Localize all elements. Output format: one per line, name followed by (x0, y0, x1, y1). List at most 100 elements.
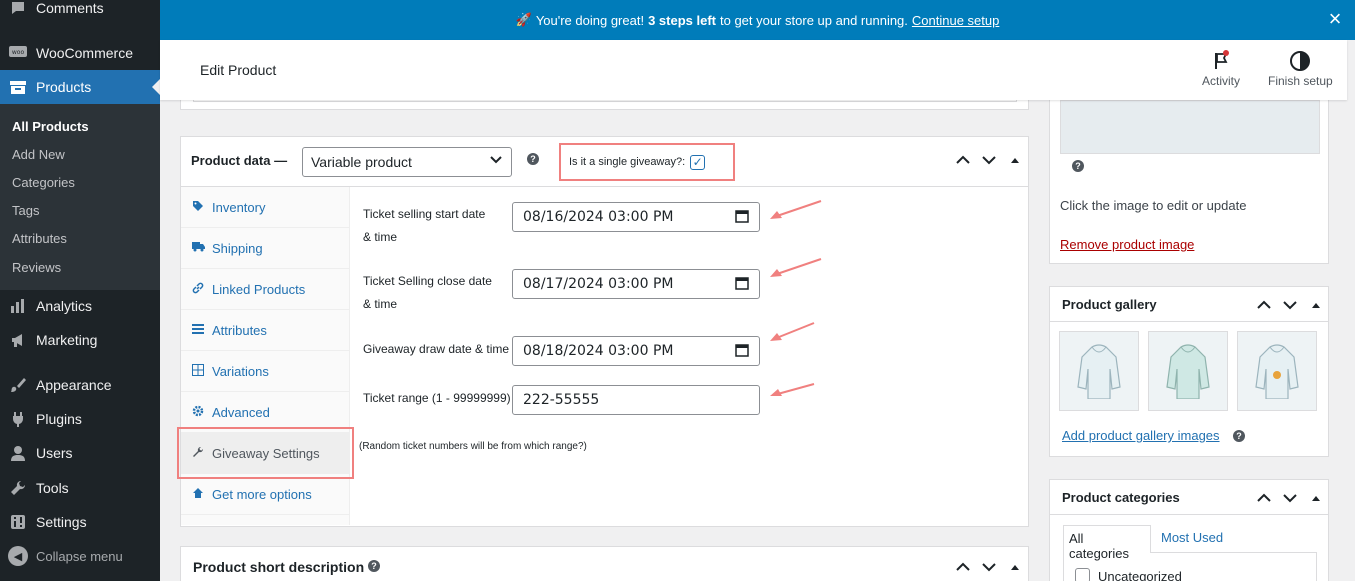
calendar-icon[interactable] (735, 276, 749, 290)
activity-button[interactable]: Activity (1202, 48, 1240, 88)
menu-settings-label: Settings (36, 514, 87, 530)
menu-appearance-label: Appearance (36, 377, 112, 393)
notice-text-post: to get your store up and running. (720, 12, 908, 28)
start-date-value: 08/16/2024 03:00 PM (523, 209, 674, 225)
move-up-icon[interactable] (1256, 299, 1272, 313)
menu-products[interactable]: Products (0, 70, 160, 104)
help-icon[interactable]: ? (1233, 430, 1245, 442)
truck-icon (191, 241, 205, 255)
toggle-panel-icon[interactable] (1308, 299, 1324, 313)
start-date-label-line2: & time (363, 230, 398, 244)
close-date-value: 08/17/2024 03:00 PM (523, 276, 674, 292)
gallery-thumbnail-1[interactable] (1059, 331, 1139, 411)
product-image-preview[interactable] (1060, 100, 1320, 154)
collapse-menu-button[interactable]: ◀ Collapse menu (8, 546, 123, 566)
menu-comments[interactable]: Comments (0, 0, 160, 25)
toggle-panel-icon[interactable] (1308, 492, 1324, 506)
toggle-panel-icon[interactable] (1007, 154, 1023, 168)
move-down-icon[interactable] (981, 154, 997, 168)
tab-attributes-label: Attributes (212, 322, 267, 338)
menu-appearance[interactable]: Appearance (0, 368, 160, 402)
remove-product-image-link[interactable]: Remove product image (1060, 237, 1194, 252)
move-down-icon[interactable] (1282, 492, 1298, 506)
box-controls (1256, 492, 1324, 506)
move-up-icon[interactable] (955, 561, 971, 575)
product-image-box: ? Click the image to edit or update Remo… (1049, 90, 1329, 264)
wrench-icon (8, 478, 28, 498)
setup-notice: 🚀 You're doing great! 3 steps left to ge… (160, 0, 1355, 40)
submenu-reviews[interactable]: Reviews (12, 260, 61, 275)
tab-most-used[interactable]: Most Used (1161, 530, 1223, 545)
help-icon[interactable]: ? (368, 560, 380, 572)
finish-setup-label: Finish setup (1268, 74, 1333, 88)
tab-linked-products[interactable]: Linked Products (181, 269, 350, 310)
menu-users[interactable]: Users (0, 436, 160, 470)
bar-chart-icon (8, 296, 28, 316)
menu-plugins-label: Plugins (36, 411, 82, 427)
menu-settings[interactable]: Settings (0, 505, 160, 539)
tab-attributes[interactable]: Attributes (181, 310, 350, 351)
close-icon[interactable]: × (1325, 8, 1345, 30)
categories-title: Product categories (1062, 490, 1180, 505)
ticket-range-input[interactable]: 222-55555 (512, 385, 760, 415)
gallery-header: Product gallery (1050, 287, 1328, 322)
help-icon[interactable]: ? (527, 153, 539, 165)
settings-icon (8, 512, 28, 532)
box-controls (1256, 299, 1324, 313)
submenu-add-new[interactable]: Add New (12, 147, 65, 162)
move-down-icon[interactable] (981, 561, 997, 575)
calendar-icon[interactable] (735, 343, 749, 357)
draw-date-input[interactable]: 08/18/2024 03:00 PM (512, 336, 760, 366)
start-date-label: Ticket selling start date & time (363, 203, 485, 249)
svg-text:woo: woo (12, 49, 25, 56)
image-hint: Click the image to edit or update (1060, 198, 1247, 213)
finish-setup-button[interactable]: Finish setup (1268, 48, 1333, 88)
close-date-input[interactable]: 08/17/2024 03:00 PM (512, 269, 760, 299)
tab-get-more-options[interactable]: Get more options (181, 474, 350, 515)
plus-circle-icon (191, 487, 205, 502)
menu-users-label: Users (36, 445, 73, 461)
move-up-icon[interactable] (1256, 492, 1272, 506)
menu-tools-label: Tools (36, 480, 69, 496)
move-up-icon[interactable] (955, 154, 971, 168)
menu-plugins[interactable]: Plugins (0, 402, 160, 436)
calendar-icon[interactable] (735, 209, 749, 223)
box-controls (955, 154, 1023, 168)
single-giveaway-checkbox[interactable]: ✓ (690, 154, 706, 170)
tab-shipping[interactable]: Shipping (181, 228, 350, 269)
move-down-icon[interactable] (1282, 299, 1298, 313)
tab-variations[interactable]: Variations (181, 351, 350, 392)
products-submenu: All Products Add New Categories Tags Att… (0, 104, 160, 290)
add-gallery-images-link[interactable]: Add product gallery images (1062, 428, 1220, 443)
gallery-thumbnail-3[interactable] (1237, 331, 1317, 411)
tab-all-categories[interactable]: All categories (1063, 525, 1151, 561)
comment-icon (8, 0, 28, 18)
help-icon[interactable]: ? (1072, 160, 1084, 172)
ticket-range-note: (Random ticket numbers will be from whic… (359, 441, 587, 452)
submenu-all-products[interactable]: All Products (12, 119, 89, 134)
category-checkbox[interactable] (1075, 568, 1090, 581)
toggle-panel-icon[interactable] (1007, 561, 1023, 575)
submenu-categories[interactable]: Categories (12, 175, 75, 190)
menu-analytics[interactable]: Analytics (0, 289, 160, 323)
gallery-title: Product gallery (1062, 297, 1157, 312)
paintbrush-icon (8, 375, 28, 395)
continue-setup-link[interactable]: Continue setup (912, 13, 999, 28)
link-icon (191, 282, 205, 297)
submenu-tags[interactable]: Tags (12, 203, 39, 218)
single-giveaway-option[interactable]: Is it a single giveaway?: ✓ (559, 143, 735, 181)
menu-analytics-label: Analytics (36, 298, 93, 314)
start-date-input[interactable]: 08/16/2024 03:00 PM (512, 202, 760, 232)
tab-inventory[interactable]: Inventory (181, 187, 350, 228)
menu-marketing[interactable]: Marketing (0, 323, 160, 357)
archive-icon (8, 77, 28, 97)
submenu-attributes[interactable]: Attributes (12, 231, 67, 246)
menu-tools[interactable]: Tools (0, 471, 160, 505)
gallery-thumbnail-2[interactable] (1148, 331, 1228, 411)
tab-shipping-label: Shipping (212, 240, 263, 256)
list-icon (191, 323, 205, 338)
tab-variations-label: Variations (212, 363, 269, 379)
product-type-select[interactable]: Variable product (302, 147, 512, 177)
menu-woocommerce[interactable]: woo WooCommerce (0, 36, 160, 70)
product-gallery-box: Product gallery Add product gallery imag… (1049, 286, 1329, 457)
